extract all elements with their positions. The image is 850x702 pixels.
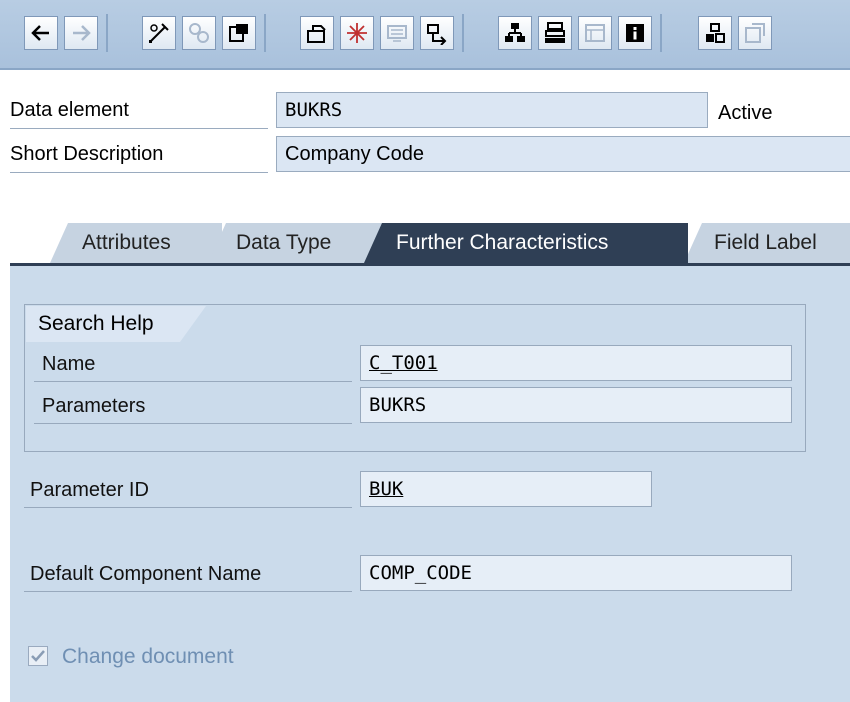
active-inactive-button[interactable]: [182, 16, 216, 50]
object-list-button[interactable]: [498, 16, 532, 50]
settings-icon: [745, 23, 765, 43]
settings-button[interactable]: [738, 16, 772, 50]
short-description-field[interactable]: Company Code: [276, 136, 850, 172]
hierarchy-icon: [706, 23, 725, 43]
where-used-icon: [427, 24, 447, 45]
search-help-name-label: Name: [34, 346, 352, 382]
worklist-icon: [585, 24, 605, 42]
check-icon: [307, 25, 326, 43]
default-component-name-field[interactable]: COMP_CODE: [360, 555, 792, 591]
checkmark-icon: [31, 650, 45, 662]
back-button[interactable]: [24, 16, 58, 50]
parameter-id-field[interactable]: BUK: [360, 471, 652, 507]
test-icon: [387, 25, 407, 42]
back-arrow-icon: [31, 25, 49, 41]
data-element-field[interactable]: BUKRS: [276, 92, 708, 128]
toolbar-separator: [106, 14, 108, 52]
tab-data-type[interactable]: Data Type: [208, 223, 384, 263]
display-change-icon: [149, 23, 169, 43]
navigation-window-icon: [545, 22, 565, 43]
change-document-label: Change document: [62, 645, 234, 668]
search-help-parameters-label: Parameters: [34, 388, 352, 424]
toolbar-separator: [660, 14, 662, 52]
forward-arrow-icon: [73, 25, 91, 41]
status-text: Active: [718, 102, 773, 124]
toolbar-separator: [264, 14, 266, 52]
toolbar-separator: [462, 14, 464, 52]
search-help-name-field[interactable]: C_T001: [360, 345, 792, 381]
tab-field-label[interactable]: Field Label: [684, 223, 850, 263]
object-list-icon: [505, 23, 525, 42]
short-description-label: Short Description: [10, 136, 268, 173]
tab-attributes[interactable]: Attributes: [50, 223, 222, 263]
change-document-checkbox[interactable]: [28, 646, 48, 666]
data-element-label: Data element: [10, 92, 268, 129]
check-button[interactable]: [300, 16, 334, 50]
tab-further-characteristics[interactable]: Further Characteristics: [364, 223, 688, 263]
other-object-button[interactable]: [222, 16, 256, 50]
other-object-icon: [229, 24, 248, 42]
application-toolbar: [0, 0, 850, 70]
test-button[interactable]: [380, 16, 414, 50]
where-used-button[interactable]: [420, 16, 454, 50]
tab-strip: Attributes Data Type Further Characteris…: [10, 223, 850, 263]
activate-button[interactable]: [340, 16, 374, 50]
info-button[interactable]: [618, 16, 652, 50]
search-help-title: Search Help: [26, 306, 206, 342]
default-component-name-label: Default Component Name: [24, 556, 352, 592]
search-help-parameters-field[interactable]: BUKRS: [360, 387, 792, 423]
hierarchy-button[interactable]: [698, 16, 732, 50]
active-inactive-icon: [189, 23, 209, 43]
activate-icon: [347, 23, 367, 43]
display-change-button[interactable]: [142, 16, 176, 50]
navigation-window-button[interactable]: [538, 16, 572, 50]
parameter-id-label: Parameter ID: [24, 472, 352, 508]
info-icon: [626, 24, 644, 42]
forward-button[interactable]: [64, 16, 98, 50]
worklist-button[interactable]: [578, 16, 612, 50]
